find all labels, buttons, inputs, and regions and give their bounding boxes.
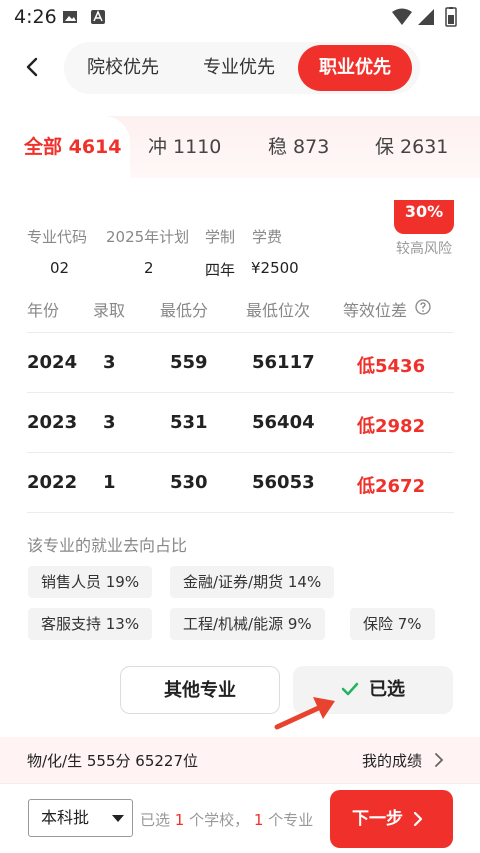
major-card (0, 178, 480, 728)
tab-career-priority[interactable]: 职业优先 (298, 45, 412, 91)
wifi-icon (392, 8, 412, 25)
employment-title: 该专业的就业去向占比 (27, 536, 188, 555)
next-step-button[interactable]: 下一步 (330, 790, 453, 848)
row-2023-year: 2023 (27, 412, 78, 433)
plan-label: 2025年计划 (106, 228, 190, 246)
plan-value: 2 (144, 259, 154, 277)
pointer-arrow-icon (274, 697, 335, 730)
risk-label: 较高风险 (396, 241, 452, 257)
fee-value: ¥2500 (251, 259, 299, 277)
back-arrow-icon[interactable] (22, 56, 44, 78)
col-min-score: 最低分 (160, 301, 209, 320)
clock: 4:26 (14, 6, 57, 28)
employment-tag: 销售人员 19% (28, 566, 153, 598)
row-2022-admit: 1 (103, 472, 116, 493)
my-score-link[interactable]: 我的成绩 (362, 750, 422, 771)
info-icon[interactable] (415, 299, 431, 315)
filter-tab-match[interactable]: 稳 873 (268, 116, 329, 178)
row-2024-year: 2024 (27, 352, 78, 373)
batch-value: 本科批 (41, 808, 90, 827)
check-icon (341, 682, 359, 695)
bottom-bar: 本科批 已选 1 个学校， 1 个专业 下一步 (0, 783, 480, 853)
row-2023-min-rank: 56404 (252, 412, 315, 433)
batch-select[interactable]: 本科批 (28, 799, 133, 837)
employment-tag: 工程/机械/能源 9% (170, 608, 325, 640)
row-2024-admit: 3 (103, 352, 116, 373)
employment-tag: 金融/证券/期货 14% (170, 566, 335, 598)
code-label: 专业代码 (27, 228, 88, 246)
filter-tab-safe[interactable]: 保 2631 (375, 116, 448, 178)
next-step-label: 下一步 (352, 809, 403, 829)
row-2024-min-score: 559 (170, 352, 208, 373)
row-2024-rank-diff: 低5436 (357, 356, 426, 377)
divider (27, 392, 454, 393)
col-admit: 录取 (93, 301, 126, 320)
row-2022-rank-diff: 低2672 (357, 476, 426, 497)
major-count: 1 (253, 811, 264, 829)
divider (27, 512, 454, 513)
divider (27, 452, 454, 453)
row-2023-admit: 3 (103, 412, 116, 433)
divider (27, 332, 454, 333)
subject-score-rank: 物/化/生 555分 65227位 (27, 752, 198, 770)
school-count: 1 (174, 811, 185, 829)
status-icons (390, 7, 470, 27)
row-2023-rank-diff: 低2982 (357, 416, 426, 437)
row-2024-min-rank: 56117 (252, 352, 315, 373)
row-2022-min-rank: 56053 (252, 472, 315, 493)
duration-value: 四年 (205, 261, 236, 279)
risk-badge: 30% (394, 200, 454, 234)
col-rank-diff: 等效位差 (343, 301, 408, 320)
chevron-right-icon (413, 811, 423, 827)
filter-tabs: 全部 4614 冲 1110 稳 873 保 2631 (0, 116, 480, 178)
header: 院校优先 专业优先 职业优先 (0, 34, 480, 104)
row-2023-min-score: 531 (170, 412, 208, 433)
row-2022-year: 2022 (27, 472, 78, 493)
employment-tag: 保险 7% (350, 608, 435, 640)
tab-major-priority[interactable]: 专业优先 (182, 42, 296, 94)
signal-icon (418, 9, 434, 25)
selected-label: 已选 (369, 679, 405, 700)
selection-summary: 已选 1 个学校， 1 个专业 (140, 811, 314, 829)
duration-label: 学制 (205, 228, 236, 246)
col-year: 年份 (27, 301, 60, 320)
fee-label: 学费 (252, 228, 283, 246)
dropdown-arrow-icon (112, 815, 124, 822)
code-value: 02 (50, 259, 70, 277)
status-bar: 4:26 (0, 0, 480, 34)
col-min-rank: 最低位次 (246, 301, 311, 320)
employment-tag: 客服支持 13% (28, 608, 153, 640)
battery-icon (445, 7, 457, 27)
tab-school-priority[interactable]: 院校优先 (64, 42, 182, 94)
app-notification-icon (91, 10, 105, 24)
chevron-right-icon[interactable] (434, 752, 444, 768)
image-notification-icon (63, 11, 77, 23)
priority-segmented-control: 院校优先 专业优先 职业优先 (64, 42, 420, 94)
other-majors-button[interactable]: 其他专业 (120, 666, 280, 714)
filter-tab-all[interactable]: 全部 4614 (0, 116, 130, 178)
row-2022-min-score: 530 (170, 472, 208, 493)
filter-tab-reach[interactable]: 冲 1110 (148, 116, 221, 178)
score-bar: 物/化/生 555分 65227位 我的成绩 (0, 737, 480, 783)
